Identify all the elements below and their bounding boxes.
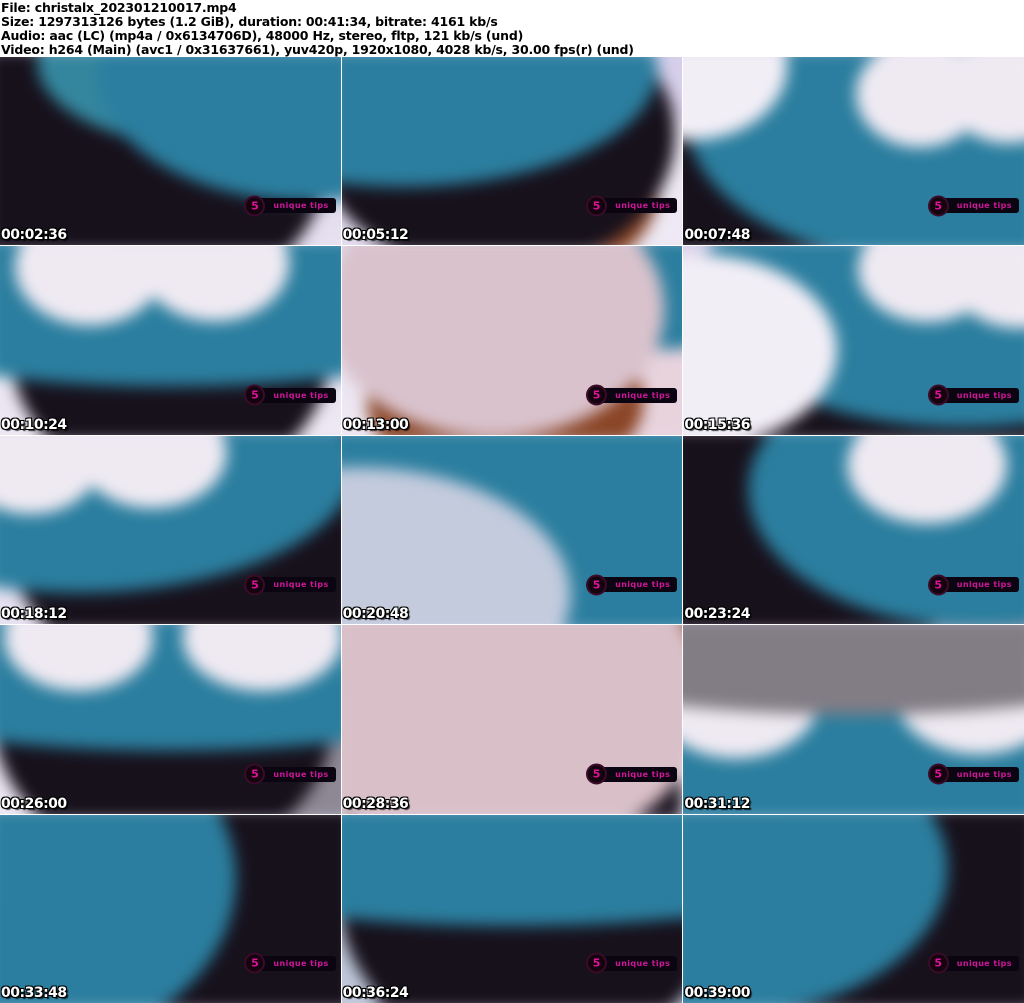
video-thumbnail: 00:36:24 5 unique tips (342, 815, 683, 1003)
audio-info-line: Audio: aac (LC) (mp4a / 0x6134706D), 480… (1, 29, 1024, 43)
tip-badge-icon: 5 (244, 195, 265, 216)
file-size-line: Size: 1297313126 bytes (1.2 GiB), durati… (1, 15, 1024, 29)
tip-watermark-label: unique tips (957, 391, 1012, 400)
video-thumbnail: 00:10:24 5 unique tips (0, 246, 341, 434)
thumbnail-art (0, 246, 341, 434)
tip-badge-icon: 5 (928, 195, 949, 216)
timestamp-overlay: 00:10:24 (1, 417, 67, 433)
video-thumbnail: 00:15:36 5 unique tips (683, 246, 1024, 434)
video-thumbnail: 00:39:00 5 unique tips (683, 815, 1024, 1003)
timestamp-overlay: 00:36:24 (343, 985, 409, 1001)
tip-watermark-label: unique tips (273, 580, 328, 589)
thumbnail-art (0, 436, 341, 624)
thumbnail-art (683, 246, 1024, 434)
tip-watermark: 5 unique tips (931, 956, 1019, 971)
tip-badge-icon: 5 (244, 764, 265, 785)
video-thumbnail: 00:18:12 5 unique tips (0, 436, 341, 624)
timestamp-overlay: 00:05:12 (343, 227, 409, 243)
timestamp-overlay: 00:33:48 (1, 985, 67, 1001)
tip-watermark-label: unique tips (957, 580, 1012, 589)
video-thumbnail: 00:26:00 5 unique tips (0, 625, 341, 813)
tip-watermark: 5 unique tips (589, 956, 677, 971)
timestamp-overlay: 00:07:48 (684, 227, 750, 243)
tip-watermark-label: unique tips (957, 201, 1012, 210)
tip-watermark: 5 unique tips (247, 198, 335, 213)
thumbnail-art (342, 625, 683, 813)
thumbnail-art (342, 815, 683, 1003)
thumbnail-art (683, 436, 1024, 624)
tip-watermark-label: unique tips (273, 201, 328, 210)
timestamp-overlay: 00:39:00 (684, 985, 750, 1001)
tip-watermark-label: unique tips (615, 391, 670, 400)
video-info-line: Video: h264 (Main) (avc1 / 0x31637661), … (1, 43, 1024, 57)
tip-badge-icon: 5 (586, 195, 607, 216)
tip-badge-icon: 5 (244, 385, 265, 406)
video-thumbnail: 00:02:36 5 unique tips (0, 57, 341, 245)
thumbnail-art (342, 57, 683, 245)
tip-badge-icon: 5 (586, 953, 607, 974)
tip-watermark: 5 unique tips (931, 577, 1019, 592)
tip-watermark: 5 unique tips (589, 767, 677, 782)
timestamp-overlay: 00:20:48 (343, 606, 409, 622)
tip-badge-icon: 5 (928, 953, 949, 974)
thumbnail-art (342, 436, 683, 624)
tip-badge-icon: 5 (586, 764, 607, 785)
timestamp-overlay: 00:13:00 (343, 417, 409, 433)
tip-badge-icon: 5 (586, 385, 607, 406)
video-thumbnail: 00:07:48 5 unique tips (683, 57, 1024, 245)
timestamp-overlay: 00:31:12 (684, 796, 750, 812)
video-thumbnail: 00:05:12 5 unique tips (342, 57, 683, 245)
video-thumbnail: 00:13:00 5 unique tips (342, 246, 683, 434)
thumbnail-art (683, 625, 1024, 813)
tip-watermark: 5 unique tips (589, 388, 677, 403)
tip-watermark-label: unique tips (957, 770, 1012, 779)
video-thumbnail: 00:31:12 5 unique tips (683, 625, 1024, 813)
tip-watermark: 5 unique tips (247, 577, 335, 592)
timestamp-overlay: 00:26:00 (1, 796, 67, 812)
timestamp-overlay: 00:15:36 (684, 417, 750, 433)
tip-watermark: 5 unique tips (931, 198, 1019, 213)
tip-watermark: 5 unique tips (931, 767, 1019, 782)
tip-watermark-label: unique tips (273, 959, 328, 968)
tip-watermark: 5 unique tips (589, 198, 677, 213)
tip-watermark-label: unique tips (957, 959, 1012, 968)
tip-badge-icon: 5 (586, 574, 607, 595)
tip-watermark-label: unique tips (615, 580, 670, 589)
tip-watermark-label: unique tips (273, 770, 328, 779)
file-metadata-header: File: christalx_202301210017.mp4 Size: 1… (0, 0, 1024, 57)
timestamp-overlay: 00:28:36 (343, 796, 409, 812)
video-thumbnail: 00:20:48 5 unique tips (342, 436, 683, 624)
timestamp-overlay: 00:18:12 (1, 606, 67, 622)
thumbnail-art (342, 246, 683, 434)
thumbnail-grid: 00:02:36 5 unique tips 00:05:12 5 unique… (0, 57, 1024, 1003)
thumbnail-art (0, 57, 341, 245)
thumbnail-art (683, 57, 1024, 245)
tip-watermark: 5 unique tips (589, 577, 677, 592)
thumbnail-art (0, 625, 341, 813)
file-name-line: File: christalx_202301210017.mp4 (1, 1, 1024, 15)
tip-watermark: 5 unique tips (247, 956, 335, 971)
tip-watermark-label: unique tips (615, 959, 670, 968)
tip-badge-icon: 5 (928, 764, 949, 785)
video-thumbnail: 00:28:36 5 unique tips (342, 625, 683, 813)
video-thumbnail: 00:33:48 5 unique tips (0, 815, 341, 1003)
tip-watermark: 5 unique tips (247, 767, 335, 782)
tip-badge-icon: 5 (244, 953, 265, 974)
tip-badge-icon: 5 (928, 574, 949, 595)
tip-badge-icon: 5 (928, 385, 949, 406)
thumbnail-art (683, 815, 1024, 1003)
thumbnail-art (0, 815, 341, 1003)
tip-watermark: 5 unique tips (247, 388, 335, 403)
tip-watermark-label: unique tips (615, 201, 670, 210)
timestamp-overlay: 00:23:24 (684, 606, 750, 622)
tip-watermark-label: unique tips (615, 770, 670, 779)
timestamp-overlay: 00:02:36 (1, 227, 67, 243)
video-thumbnail: 00:23:24 5 unique tips (683, 436, 1024, 624)
tip-watermark-label: unique tips (273, 391, 328, 400)
tip-badge-icon: 5 (244, 574, 265, 595)
tip-watermark: 5 unique tips (931, 388, 1019, 403)
